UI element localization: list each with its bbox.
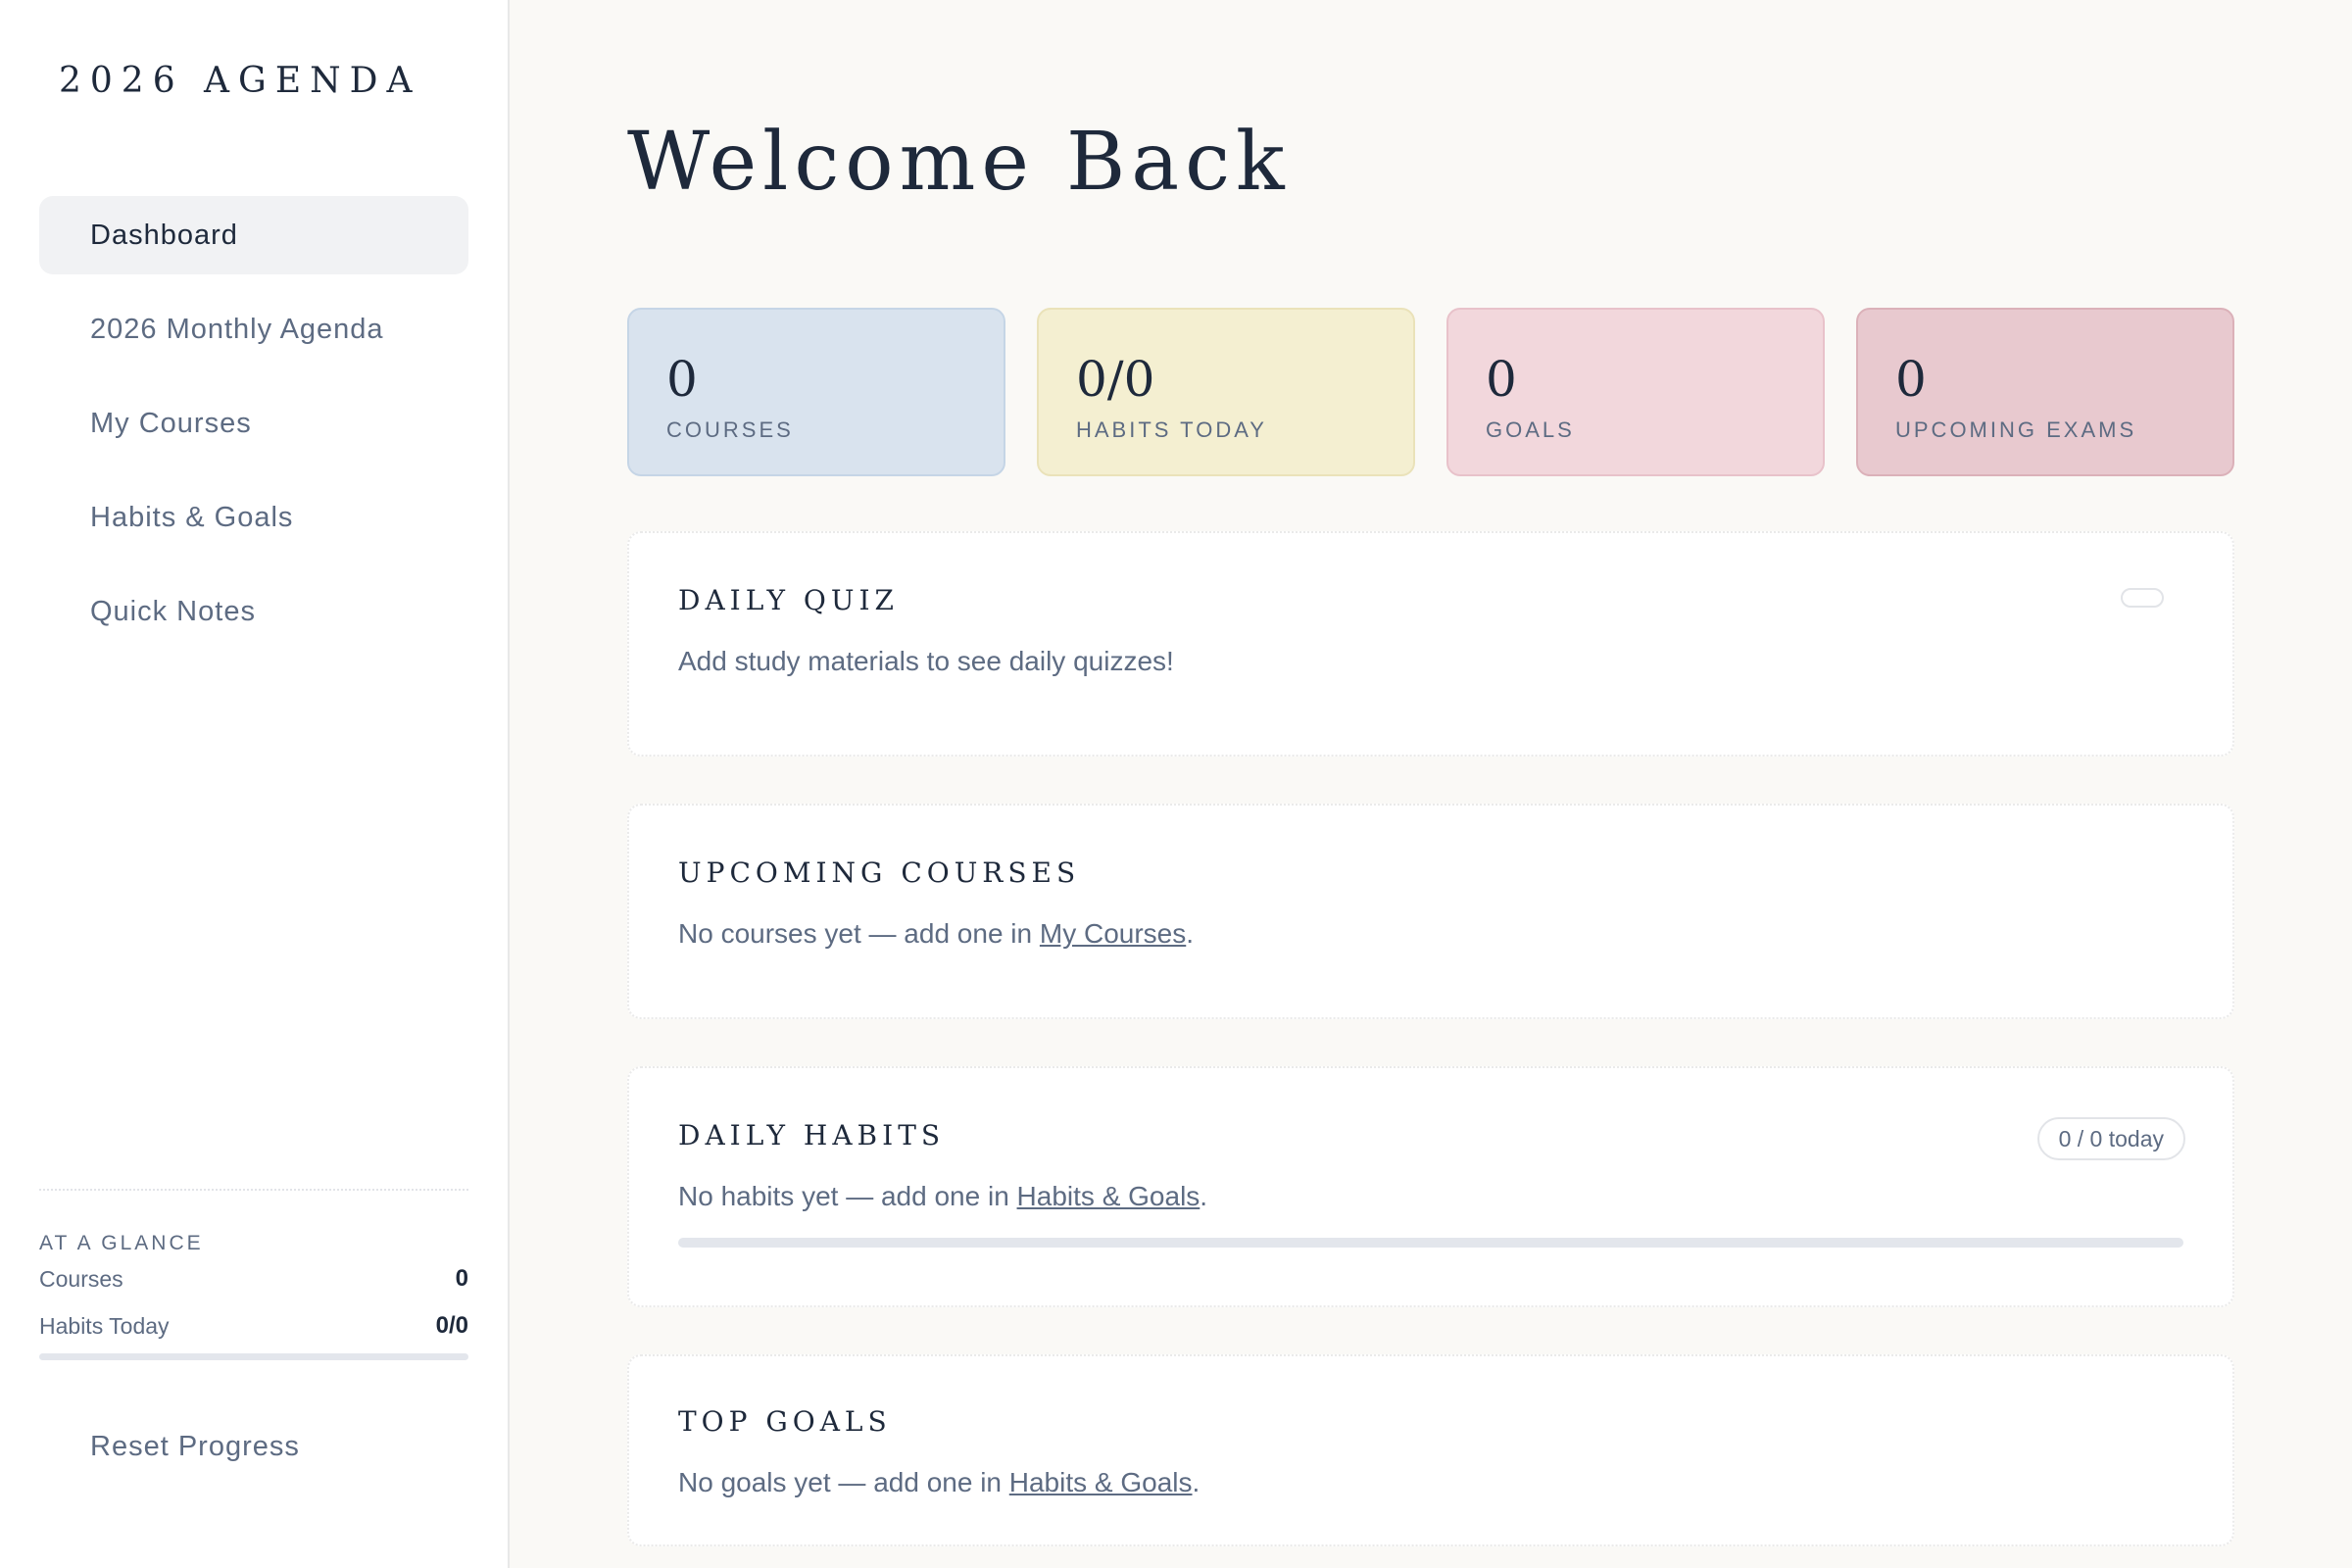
- daily-habits-card: DAILY HABITS 0 / 0 today No habits yet —…: [627, 1066, 2234, 1307]
- stat-label: GOALS: [1486, 417, 1575, 442]
- at-a-glance-title: AT A GLANCE: [39, 1232, 204, 1254]
- daily-habits-title: DAILY HABITS: [678, 1119, 946, 1152]
- top-goals-message: No goals yet — add one in Habits & Goals…: [678, 1467, 2183, 1498]
- upcoming-courses-title: UPCOMING COURSES: [678, 857, 1081, 889]
- message-text: No goals yet — add one in: [678, 1467, 1009, 1497]
- stat-card-habits-today: 0/0 HABITS TODAY: [1037, 308, 1415, 476]
- stat-value: 0: [1895, 351, 1927, 408]
- glance-courses-row: Courses 0: [39, 1255, 468, 1302]
- upcoming-courses-card: UPCOMING COURSES No courses yet — add on…: [627, 804, 2234, 1019]
- top-goals-card: TOP GOALS No goals yet — add one in Habi…: [627, 1354, 2234, 1546]
- stat-value: 0: [666, 351, 698, 408]
- sidebar-item-monthly-agenda[interactable]: 2026 Monthly Agenda: [39, 290, 468, 368]
- glance-habits-row: Habits Today 0/0: [39, 1302, 468, 1349]
- stat-card-upcoming-exams: 0 UPCOMING EXAMS: [1856, 308, 2234, 476]
- habits-goals-link[interactable]: Habits & Goals: [1017, 1181, 1200, 1211]
- stat-label: HABITS TODAY: [1076, 417, 1267, 442]
- sidebar: 2026 AGENDA Dashboard 2026 Monthly Agend…: [0, 0, 510, 1568]
- glance-habits-progress-bar: [39, 1353, 468, 1360]
- daily-habits-message: No habits yet — add one in Habits & Goal…: [678, 1181, 2183, 1212]
- glance-courses-value: 0: [455, 1265, 468, 1292]
- habits-goals-link[interactable]: Habits & Goals: [1009, 1467, 1193, 1497]
- message-end: .: [1192, 1467, 1200, 1497]
- stat-label: UPCOMING EXAMS: [1895, 417, 2137, 442]
- main-content: Welcome Back 0 COURSES 0/0 HABITS TODAY …: [510, 0, 2352, 1568]
- stat-card-courses: 0 COURSES: [627, 308, 1005, 476]
- message-text: No habits yet — add one in: [678, 1181, 1017, 1211]
- habits-progress-bar: [678, 1238, 2183, 1248]
- stats-row: 0 COURSES 0/0 HABITS TODAY 0 GOALS 0 UPC…: [627, 308, 2234, 476]
- top-goals-title: TOP GOALS: [678, 1405, 892, 1438]
- stat-label: COURSES: [666, 417, 794, 442]
- message-end: .: [1186, 918, 1195, 949]
- message-end: .: [1200, 1181, 1208, 1211]
- sidebar-item-my-courses[interactable]: My Courses: [39, 384, 468, 463]
- sidebar-item-habits-goals[interactable]: Habits & Goals: [39, 478, 468, 557]
- app-root: 2026 AGENDA Dashboard 2026 Monthly Agend…: [0, 0, 2352, 1568]
- habits-count-badge: 0 / 0 today: [2036, 1117, 2185, 1160]
- stat-card-goals: 0 GOALS: [1446, 308, 1825, 476]
- daily-quiz-title: DAILY QUIZ: [678, 584, 899, 616]
- sidebar-item-dashboard[interactable]: Dashboard: [39, 196, 468, 274]
- stat-value: 0/0: [1076, 351, 1155, 408]
- quiz-toggle-pill[interactable]: [2121, 588, 2164, 608]
- reset-progress-button[interactable]: Reset Progress: [90, 1431, 300, 1463]
- daily-quiz-message: Add study materials to see daily quizzes…: [678, 646, 1174, 676]
- my-courses-link[interactable]: My Courses: [1040, 918, 1186, 949]
- glance-habits-label: Habits Today: [39, 1312, 170, 1339]
- sidebar-item-quick-notes[interactable]: Quick Notes: [39, 572, 468, 651]
- stat-value: 0: [1486, 351, 1517, 408]
- page-title: Welcome Back: [627, 116, 1291, 209]
- at-a-glance-panel: AT A GLANCE Courses 0 Habits Today 0/0: [39, 1189, 468, 1360]
- daily-quiz-card: DAILY QUIZ Add study materials to see da…: [627, 531, 2234, 757]
- brand-title: 2026 AGENDA: [59, 61, 421, 101]
- sidebar-nav: Dashboard 2026 Monthly Agenda My Courses…: [39, 196, 468, 666]
- upcoming-courses-message: No courses yet — add one in My Courses.: [678, 918, 2183, 950]
- glance-courses-label: Courses: [39, 1265, 123, 1292]
- glance-habits-value: 0/0: [435, 1312, 468, 1339]
- message-text: No courses yet — add one in: [678, 918, 1040, 949]
